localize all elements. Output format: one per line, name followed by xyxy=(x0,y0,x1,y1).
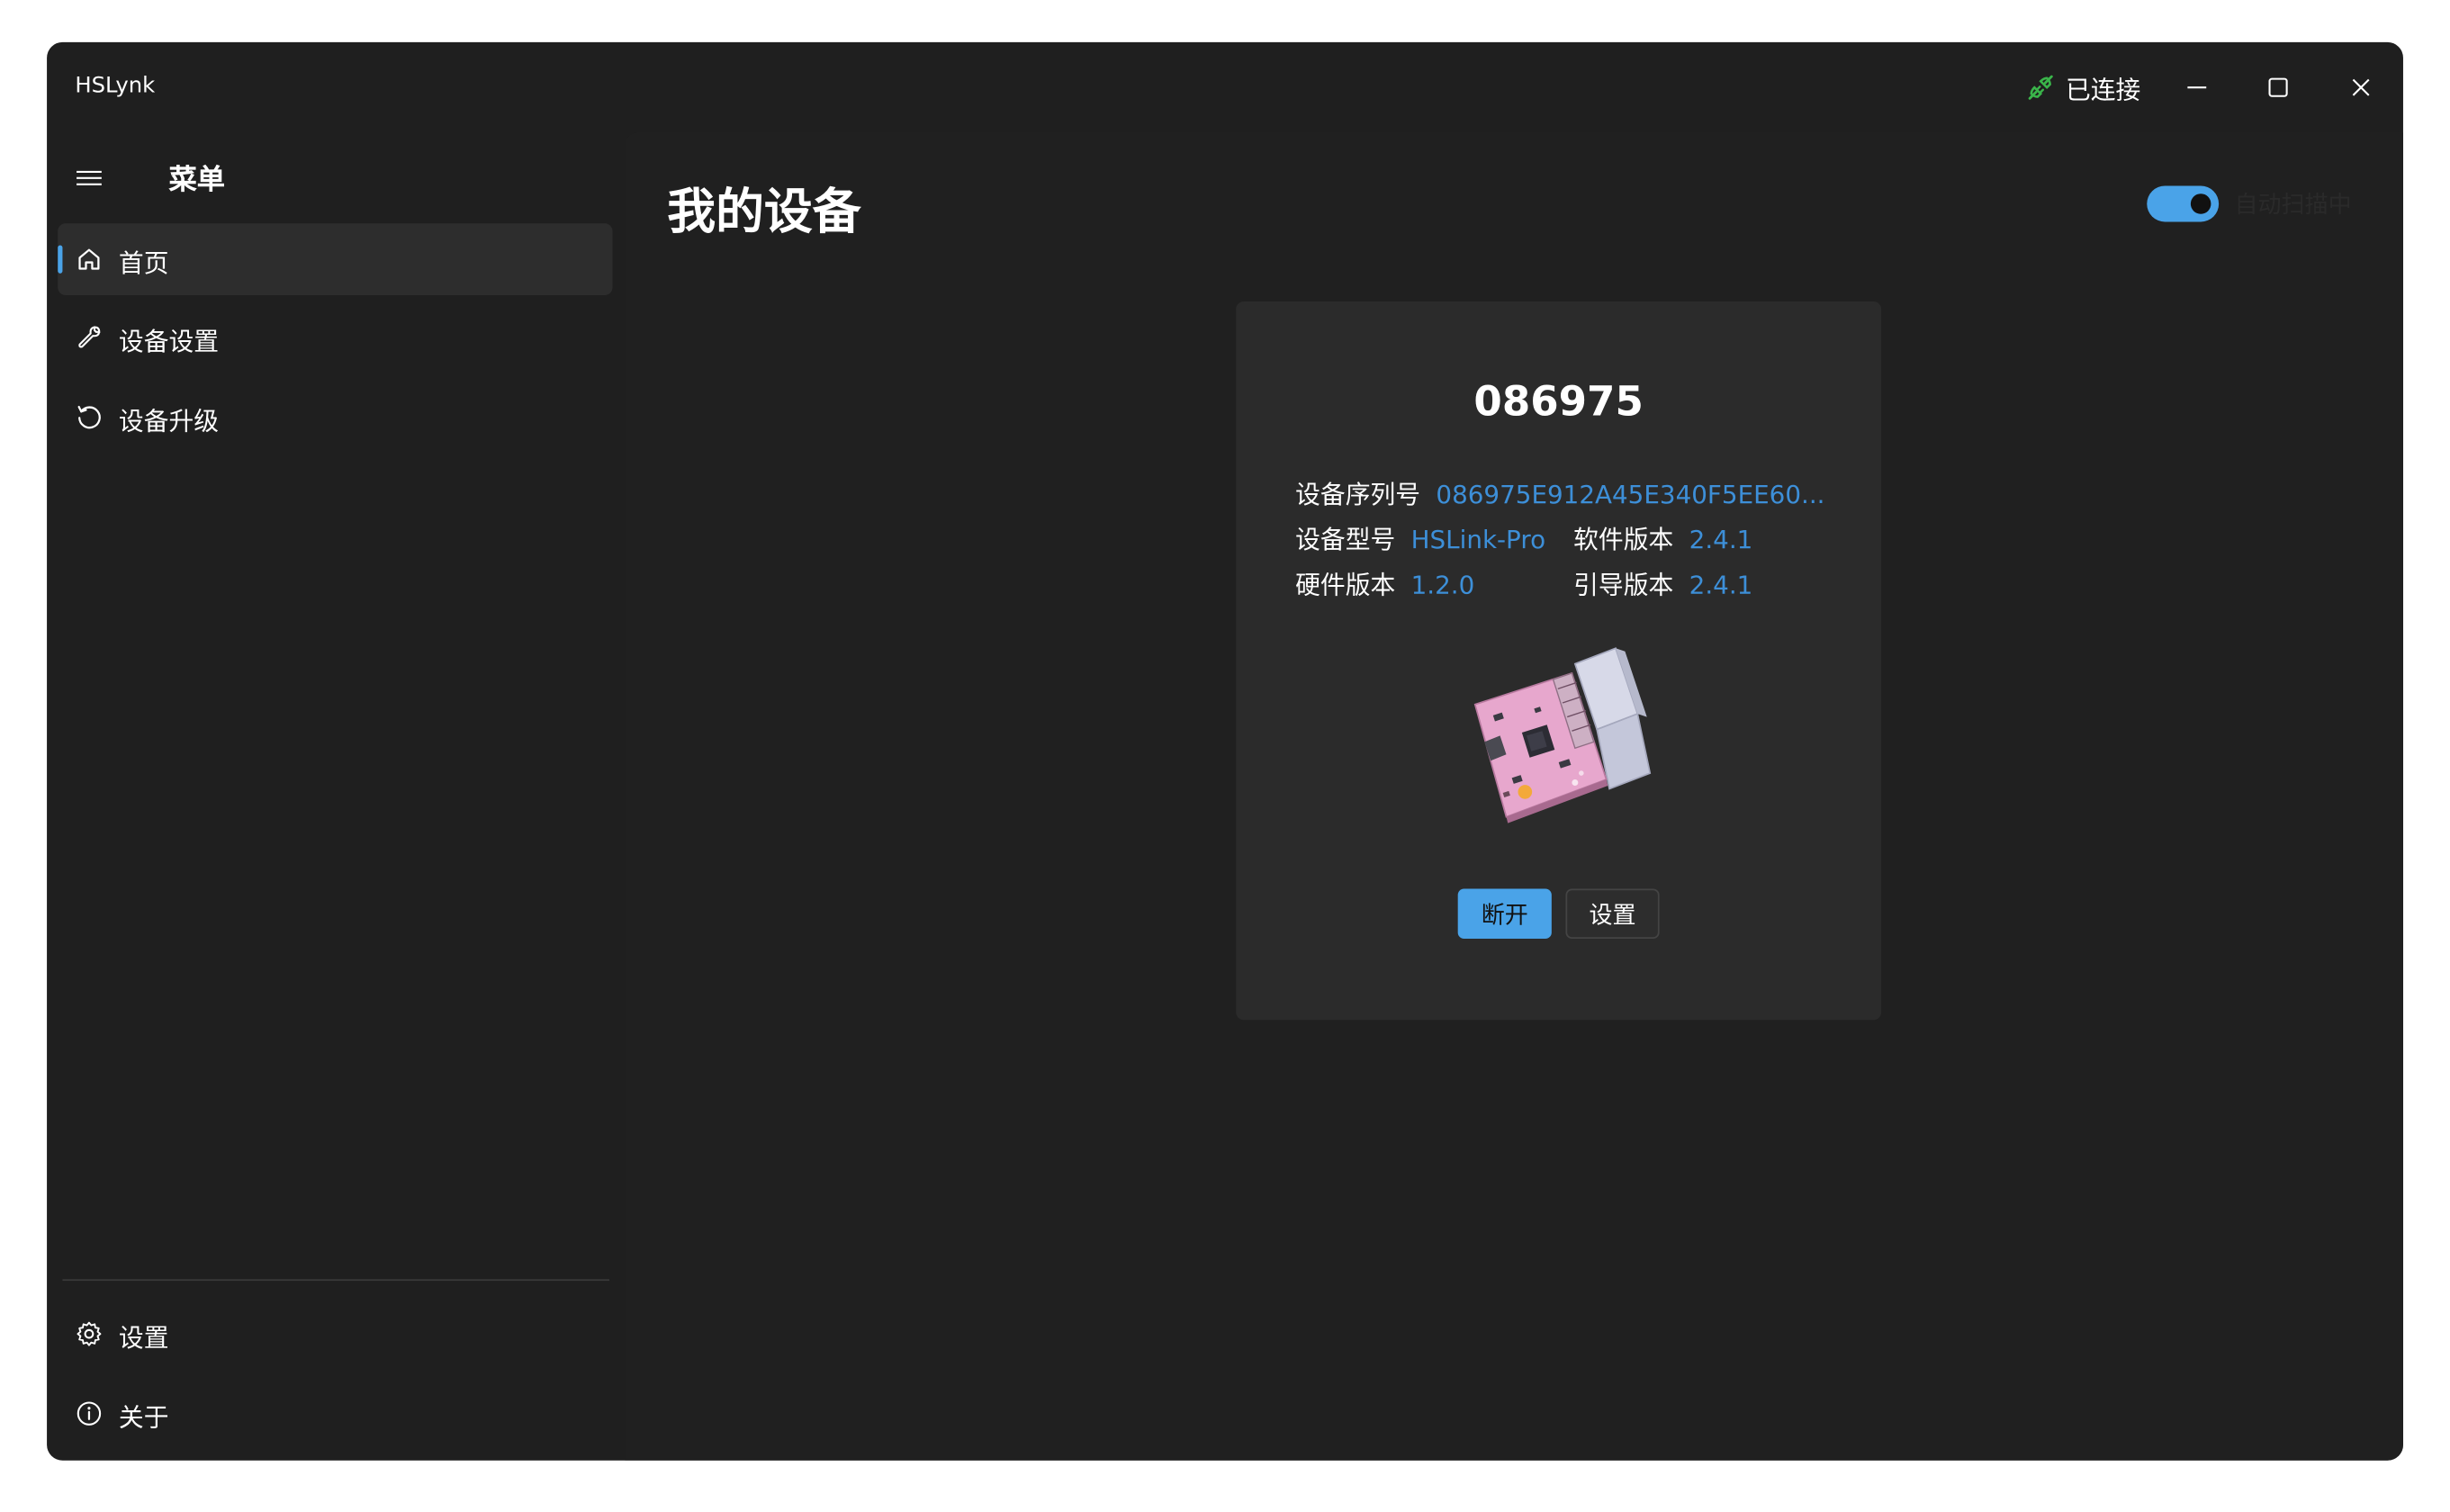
connection-status: 已连接 xyxy=(2025,68,2140,106)
hamburger-menu-button[interactable] xyxy=(74,164,105,195)
software-value: 2.4.1 xyxy=(1689,525,1753,555)
title-bar: HSLynk 已连接 xyxy=(47,42,2403,133)
gear-icon xyxy=(77,1321,102,1346)
connected-plug-icon xyxy=(2028,75,2053,100)
close-icon xyxy=(2352,78,2370,96)
sidebar-item-device-settings[interactable]: 设备设置 xyxy=(58,302,612,374)
sidebar-item-label: 设置 xyxy=(118,1322,169,1353)
sidebar-item-label: 设备设置 xyxy=(118,326,220,356)
minimize-button[interactable] xyxy=(2174,64,2220,111)
wrench-icon xyxy=(78,326,101,348)
model-label: 设备型号 xyxy=(1295,525,1396,555)
connection-status-label: 已连接 xyxy=(2065,75,2141,105)
bootloader-value: 2.4.1 xyxy=(1689,570,1753,600)
hardware-value: 1.2.0 xyxy=(1410,570,1475,600)
info-icon xyxy=(77,1401,102,1426)
page-title: 我的设备 xyxy=(667,184,861,241)
device-card: 086975 设备序列号 086975E912A45E340F5EE60... 设… xyxy=(1236,301,1882,1021)
software-label: 软件版本 xyxy=(1573,525,1674,555)
software-row: 软件版本 2.4.1 xyxy=(1573,518,1752,556)
home-icon xyxy=(78,248,100,270)
serial-value: 086975E912A45E340F5EE60... xyxy=(1436,479,1825,509)
sidebar-item-settings[interactable]: 设置 xyxy=(58,1298,612,1370)
minimize-icon xyxy=(2187,86,2207,89)
menu-header: 菜单 xyxy=(47,151,625,213)
close-button[interactable] xyxy=(2337,64,2384,111)
toggle-knob xyxy=(2190,194,2211,214)
maximize-button[interactable] xyxy=(2255,64,2301,111)
hardware-label: 硬件版本 xyxy=(1295,570,1396,600)
refresh-icon xyxy=(77,405,101,429)
sidebar-item-home[interactable]: 首页 xyxy=(58,223,613,296)
hamburger-icon xyxy=(77,170,102,185)
app-window: HSLynk 已连接 菜单 首页 设备设置 设备升级 设置 关于 我的设备 自动… xyxy=(47,41,2403,1461)
model-value: HSLink-Pro xyxy=(1410,525,1546,555)
serial-row: 设备序列号 086975E912A45E340F5EE60... xyxy=(1295,473,1824,511)
screen: HSLynk 已连接 菜单 首页 设备设置 设备升级 设置 关于 我的设备 自动… xyxy=(0,0,2450,1512)
hardware-row: 硬件版本 1.2.0 xyxy=(1295,564,1474,602)
bootloader-row: 引导版本 2.4.1 xyxy=(1573,564,1752,602)
main-content: 我的设备 自动扫描中 086975 设备序列号 086975E912A45E340… xyxy=(625,132,2403,1461)
sidebar-item-device-upgrade[interactable]: 设备升级 xyxy=(58,381,612,453)
menu-title: 菜单 xyxy=(168,164,225,197)
device-name: 086975 xyxy=(1473,379,1644,427)
app-title: HSLynk xyxy=(75,73,156,99)
bootloader-label: 引导版本 xyxy=(1573,570,1674,600)
model-row: 设备型号 HSLink-Pro xyxy=(1295,518,1545,556)
disconnect-button[interactable]: 断开 xyxy=(1457,888,1552,940)
selection-indicator xyxy=(58,245,63,274)
sidebar: 菜单 首页 设备设置 设备升级 设置 关于 xyxy=(47,133,625,1461)
auto-scan-label: 自动扫描中 xyxy=(2234,190,2352,219)
sidebar-item-about[interactable]: 关于 xyxy=(58,1378,612,1450)
device-board-icon xyxy=(1473,647,1652,824)
auto-scan-toggle[interactable] xyxy=(2147,185,2220,222)
sidebar-item-label: 首页 xyxy=(118,248,169,278)
auto-scan-control: 自动扫描中 xyxy=(2147,185,2352,222)
sidebar-item-label: 设备升级 xyxy=(118,406,220,436)
sidebar-divider xyxy=(62,1279,610,1282)
device-settings-button[interactable]: 设置 xyxy=(1565,888,1660,940)
sidebar-item-label: 关于 xyxy=(118,1402,169,1433)
maximize-icon xyxy=(2268,77,2288,97)
serial-label: 设备序列号 xyxy=(1295,479,1421,509)
